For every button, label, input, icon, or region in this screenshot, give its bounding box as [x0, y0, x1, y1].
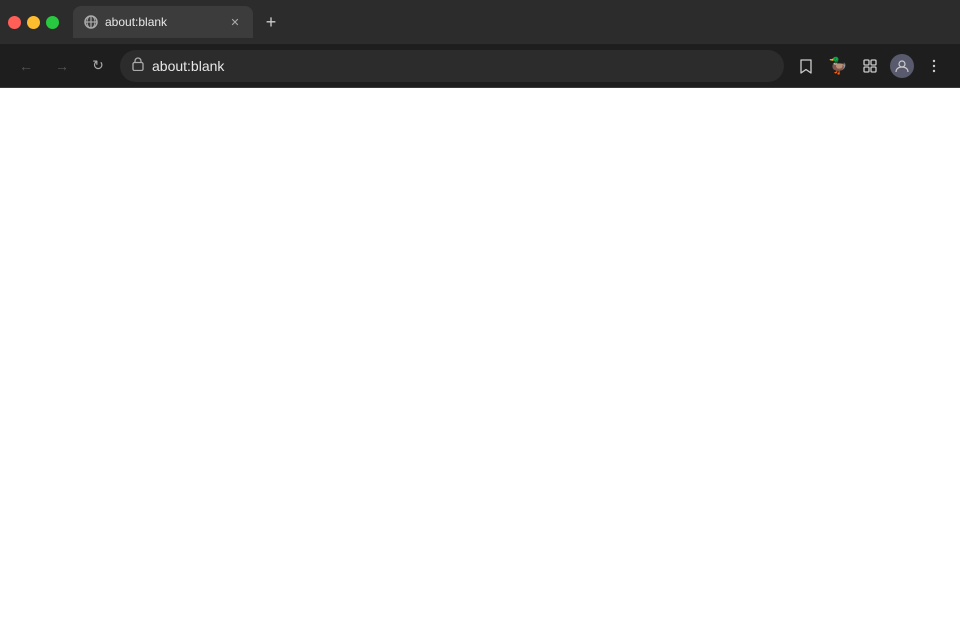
- title-bar: about:blank ✕ +: [0, 0, 960, 44]
- reload-button[interactable]: ↻: [84, 52, 112, 80]
- duck-icon: 🦆: [828, 56, 848, 76]
- bookmark-button[interactable]: [792, 52, 820, 80]
- new-tab-button[interactable]: +: [257, 8, 285, 36]
- close-button[interactable]: [8, 16, 21, 29]
- security-icon: [132, 57, 144, 74]
- extension-duck-button[interactable]: 🦆: [824, 52, 852, 80]
- menu-button[interactable]: [920, 52, 948, 80]
- tab-title: about:blank: [105, 15, 221, 29]
- forward-button[interactable]: →: [48, 52, 76, 80]
- page-content: [0, 88, 960, 624]
- maximize-button[interactable]: [46, 16, 59, 29]
- profile-avatar: [890, 54, 914, 78]
- window-controls: [8, 16, 59, 29]
- tab-bar: about:blank ✕ +: [73, 6, 952, 38]
- nav-right-icons: 🦆: [792, 52, 948, 80]
- back-button[interactable]: ←: [12, 52, 40, 80]
- extensions-button[interactable]: [856, 52, 884, 80]
- profile-button[interactable]: [888, 52, 916, 80]
- tab-close-button[interactable]: ✕: [227, 14, 243, 30]
- nav-bar: ← → ↻ 🦆: [0, 44, 960, 88]
- address-input[interactable]: [152, 58, 772, 74]
- minimize-button[interactable]: [27, 16, 40, 29]
- active-tab[interactable]: about:blank ✕: [73, 6, 253, 38]
- tab-favicon-icon: [83, 14, 99, 30]
- address-bar-container[interactable]: [120, 50, 784, 82]
